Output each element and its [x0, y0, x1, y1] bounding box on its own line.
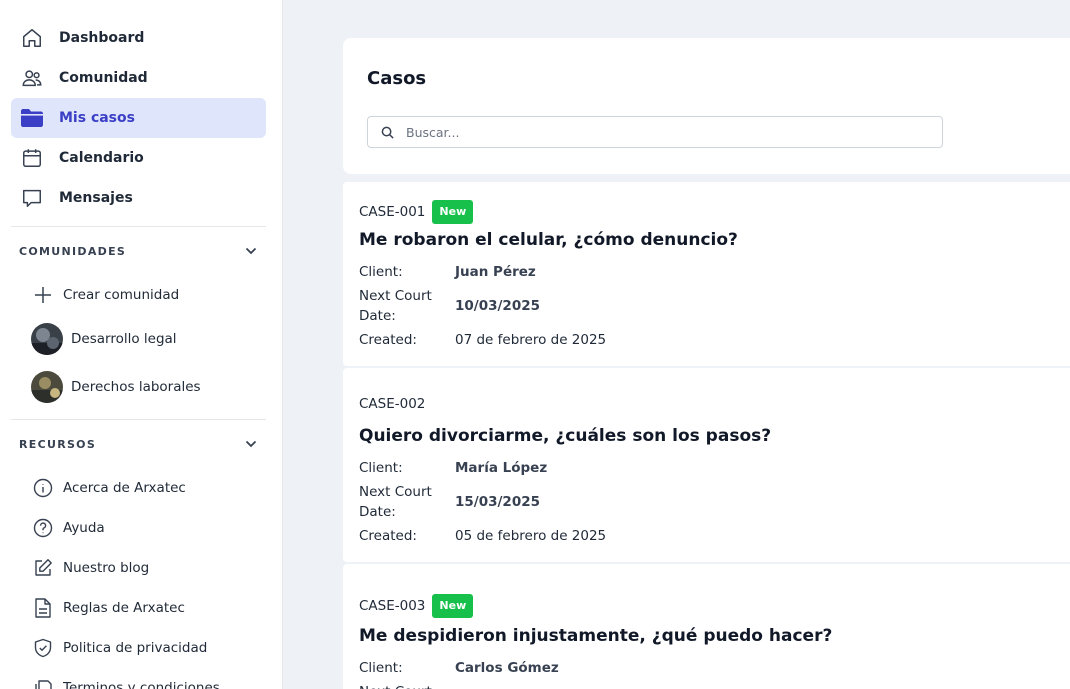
client-value: Carlos Gómez — [455, 660, 559, 676]
divider — [11, 419, 266, 420]
document-icon — [31, 596, 55, 620]
court-date-row: Next Court Date: 10/03/2025 — [359, 286, 540, 326]
nav-label: Mis casos — [59, 110, 135, 126]
resource-label: Acerca de Arxatec — [63, 480, 186, 496]
resource-item-privacidad[interactable]: Politica de privacidad — [31, 631, 207, 665]
community-avatar — [31, 371, 63, 403]
client-label: Client: — [359, 460, 403, 476]
case-id-row: CASE-001 New — [359, 200, 474, 224]
court-date-value: 10/03/2025 — [455, 298, 541, 314]
help-icon — [31, 516, 55, 540]
client-label: Client: — [359, 660, 403, 676]
case-id: CASE-003 — [359, 598, 426, 614]
section-recursos[interactable]: RECURSOS — [19, 432, 259, 456]
chevron-down-icon[interactable] — [243, 436, 259, 452]
resource-label: Reglas de Arxatec — [63, 600, 185, 616]
client-value: Juan Pérez — [455, 264, 536, 280]
case-card[interactable]: CASE-002 Quiero divorciarme, ¿cuáles son… — [343, 368, 1070, 562]
created-value: 07 de febrero de 2025 — [455, 332, 607, 348]
client-label: Client: — [359, 264, 403, 280]
case-id: CASE-001 — [359, 204, 426, 220]
search-input[interactable] — [406, 124, 906, 140]
nav-label: Calendario — [59, 150, 144, 166]
home-icon — [20, 26, 44, 50]
shield-icon — [31, 636, 55, 660]
create-community-button[interactable]: Crear comunidad — [31, 278, 179, 312]
created-label: Created: — [359, 528, 417, 544]
section-comunidades[interactable]: COMUNIDADES — [19, 239, 259, 263]
main-content: Casos CASE-001 New Me robaron el celular… — [283, 0, 1070, 689]
search-box[interactable] — [367, 116, 943, 148]
resource-label: Politica de privacidad — [63, 640, 208, 656]
community-label: Desarrollo legal — [71, 331, 177, 347]
created-value: 05 de febrero de 2025 — [455, 528, 607, 544]
resource-label: Nuestro blog — [63, 560, 150, 576]
community-item[interactable]: Derechos laborales — [31, 370, 201, 404]
client-value: María López — [455, 460, 548, 476]
case-id: CASE-002 — [359, 396, 426, 412]
nav-calendario[interactable]: Calendario — [11, 138, 266, 178]
search-icon — [380, 125, 394, 139]
status-badge: New — [432, 594, 474, 618]
case-title[interactable]: Me robaron el celular, ¿cómo denuncio? — [359, 230, 738, 250]
plus-icon — [31, 283, 55, 307]
created-row: Created: 07 de febrero de 2025 — [359, 330, 606, 350]
nav-dashboard[interactable]: Dashboard — [11, 18, 266, 58]
divider — [11, 226, 266, 227]
client-row: Client: Juan Pérez — [359, 262, 536, 282]
case-card[interactable]: CASE-003 New Me despidieron injustamente… — [343, 564, 1070, 689]
nav-mis-casos[interactable]: Mis casos — [11, 98, 266, 138]
court-date-row: Next Court Date: — [359, 682, 455, 689]
community-label: Derechos laborales — [71, 379, 201, 395]
client-row: Client: María López — [359, 458, 547, 478]
nav-label: Dashboard — [59, 30, 145, 46]
case-card[interactable]: CASE-001 New Me robaron el celular, ¿cóm… — [343, 182, 1070, 366]
section-title: COMUNIDADES — [19, 244, 127, 258]
resource-item-ayuda[interactable]: Ayuda — [31, 511, 105, 545]
info-icon — [31, 476, 55, 500]
court-date-label: Next Court Date: — [359, 288, 432, 324]
community-avatar — [31, 323, 63, 355]
case-id-row: CASE-003 New — [359, 594, 474, 618]
status-badge: New — [432, 200, 474, 224]
community-item[interactable]: Desarrollo legal — [31, 322, 177, 356]
case-title[interactable]: Me despidieron injustamente, ¿qué puedo … — [359, 626, 832, 646]
court-date-label: Next Court Date: — [359, 484, 432, 520]
nav-mensajes[interactable]: Mensajes — [11, 178, 266, 218]
resource-item-reglas[interactable]: Reglas de Arxatec — [31, 591, 185, 625]
cases-header-card: Casos — [343, 38, 1070, 174]
users-icon — [20, 66, 44, 90]
resource-label: Ayuda — [63, 520, 105, 536]
sidebar: Dashboard Comunidad Mis casos Calendario… — [0, 0, 283, 689]
court-date-row: Next Court Date: 15/03/2025 — [359, 482, 540, 522]
resource-label: Terminos y condiciones — [63, 680, 220, 689]
calendar-icon — [20, 146, 44, 170]
case-title[interactable]: Quiero divorciarme, ¿cuáles son los paso… — [359, 426, 771, 446]
client-row: Client: Carlos Gómez — [359, 658, 559, 678]
resource-item-terminos[interactable]: Terminos y condiciones — [31, 671, 220, 689]
folder-icon — [20, 106, 44, 130]
chevron-down-icon[interactable] — [243, 243, 259, 259]
created-label: Created: — [359, 332, 417, 348]
created-row: Created: 05 de febrero de 2025 — [359, 526, 606, 546]
section-title: RECURSOS — [19, 437, 97, 451]
nav-label: Comunidad — [59, 70, 148, 86]
page-title: Casos — [367, 68, 427, 89]
create-community-label: Crear comunidad — [63, 287, 180, 303]
case-id-row: CASE-002 — [359, 396, 425, 412]
edit-icon — [31, 556, 55, 580]
court-date-value: 15/03/2025 — [455, 494, 541, 510]
message-icon — [20, 186, 44, 210]
file-icon — [31, 676, 55, 689]
resource-item-acerca[interactable]: Acerca de Arxatec — [31, 471, 186, 505]
resource-item-blog[interactable]: Nuestro blog — [31, 551, 149, 585]
nav-label: Mensajes — [59, 190, 133, 206]
court-date-label: Next Court Date: — [359, 682, 439, 689]
nav-comunidad[interactable]: Comunidad — [11, 58, 266, 98]
